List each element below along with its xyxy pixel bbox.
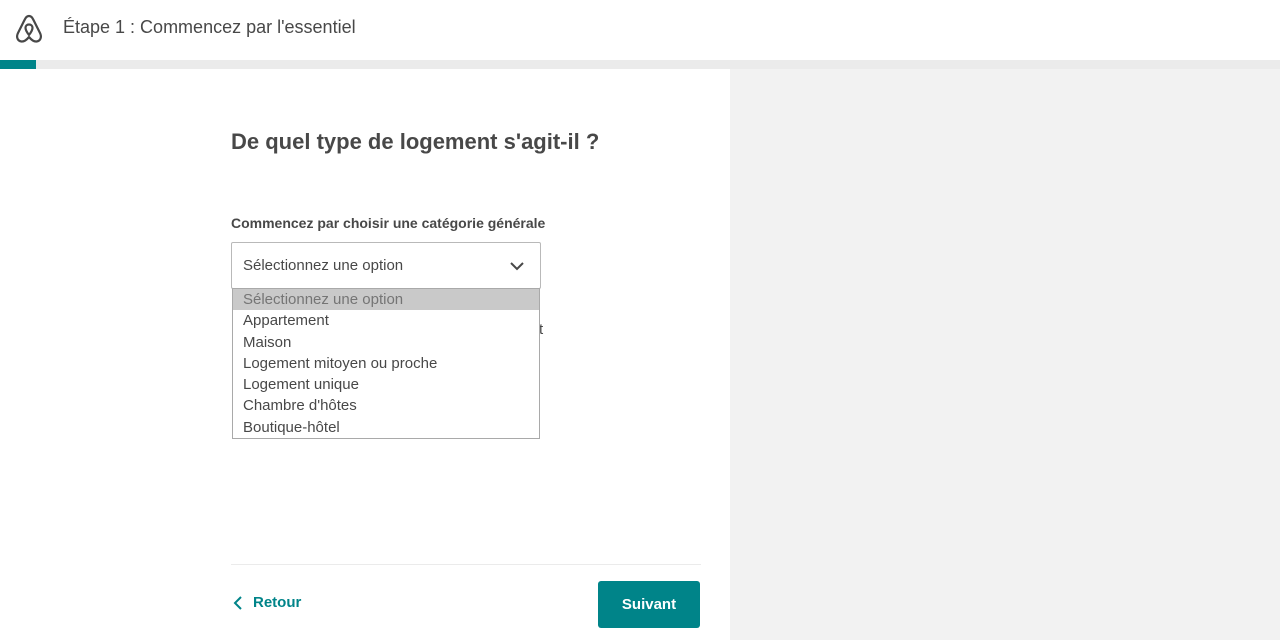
back-link-label: Retour [253, 594, 302, 611]
footer-divider [231, 564, 701, 565]
category-dropdown-list: Sélectionnez une option Appartement Mais… [232, 288, 540, 439]
top-bar: Étape 1 : Commencez par l'essentiel [0, 0, 1280, 60]
page-question: De quel type de logement s'agit-il ? [231, 129, 600, 154]
category-field-label: Commencez par choisir une catégorie géné… [231, 215, 546, 231]
chevron-down-icon [510, 262, 524, 271]
dropdown-option-maison[interactable]: Maison [233, 332, 539, 353]
dropdown-option-appartement[interactable]: Appartement [233, 310, 539, 331]
preview-pane [730, 69, 1280, 640]
chevron-left-icon [233, 595, 242, 610]
dropdown-option-placeholder[interactable]: Sélectionnez une option [233, 289, 539, 311]
step-title: Étape 1 : Commencez par l'essentiel [63, 17, 356, 37]
dropdown-option-logement-unique[interactable]: Logement unique [233, 374, 539, 395]
category-select[interactable]: Sélectionnez une option [231, 242, 541, 289]
airbnb-logo-icon[interactable] [14, 13, 44, 45]
dropdown-option-boutique-hotel[interactable]: Boutique-hôtel [233, 417, 539, 438]
category-select-value: Sélectionnez une option [243, 257, 404, 274]
progress-bar [0, 60, 1280, 69]
dropdown-option-chambre-hotes[interactable]: Chambre d'hôtes [233, 395, 539, 416]
dropdown-option-logement-mitoyen[interactable]: Logement mitoyen ou proche [233, 353, 539, 374]
back-link[interactable]: Retour [231, 594, 301, 611]
next-button[interactable]: Suivant [598, 581, 700, 628]
progress-bar-fill [0, 60, 36, 69]
